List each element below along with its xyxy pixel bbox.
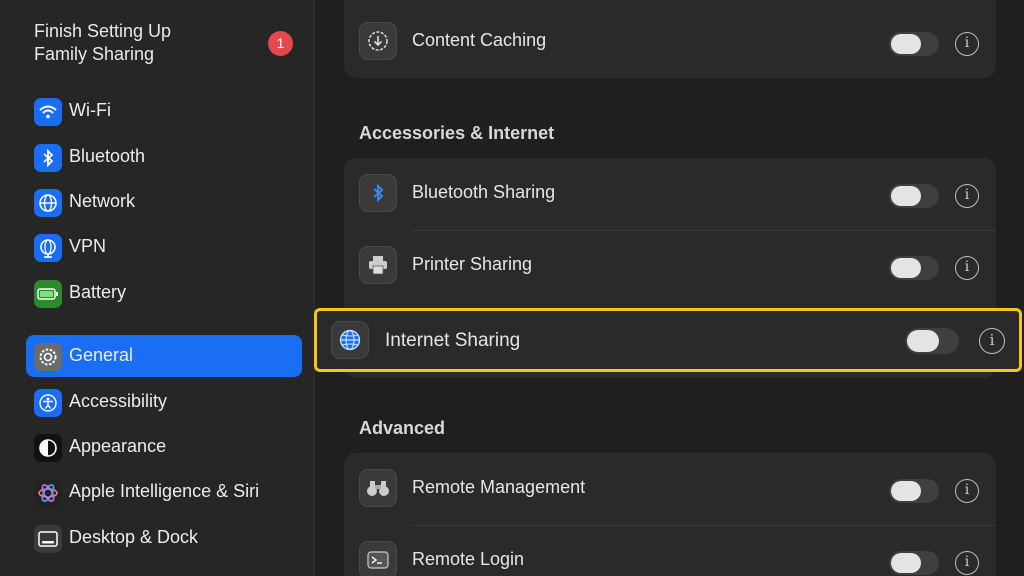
info-icon[interactable]: i	[979, 328, 1005, 354]
printer-icon	[359, 246, 397, 284]
info-icon[interactable]: i	[955, 184, 979, 208]
setting-row-remote-login: Remote Login i	[344, 525, 996, 576]
sharing-card-top: Content Caching i	[344, 0, 996, 78]
row-label: Remote Login	[412, 549, 525, 569]
vpn-globe-icon	[34, 234, 62, 262]
sidebar-item-label: Bluetooth	[69, 146, 146, 166]
sidebar-item-label: Appearance	[69, 436, 167, 456]
sidebar-item-battery[interactable]: Battery	[26, 272, 302, 314]
sidebar-item-label: VPN	[69, 236, 107, 256]
accessibility-icon	[34, 389, 62, 417]
sidebar-item-accessibility[interactable]: Accessibility	[26, 381, 302, 423]
sidebar-item-vpn[interactable]: VPN	[26, 226, 302, 268]
sidebar-item-appearance[interactable]: Appearance	[26, 426, 302, 468]
sidebar-item-bluetooth[interactable]: Bluetooth	[26, 136, 302, 178]
internet-sharing-toggle[interactable]	[905, 328, 959, 354]
sidebar-item-general[interactable]: General	[26, 335, 302, 377]
sidebar-item-network[interactable]: Network	[26, 181, 302, 223]
sidebar-item-label: Accessibility	[69, 391, 168, 411]
setting-row-bluetooth-sharing: Bluetooth Sharing i	[344, 158, 996, 230]
sidebar: Finish Setting Up Family Sharing 1 Wi-Fi…	[0, 0, 315, 576]
family-sharing-setup-notice[interactable]: Finish Setting Up Family Sharing 1	[34, 20, 304, 70]
sidebar-item-label: Wi-Fi	[69, 100, 111, 120]
setting-row-internet-sharing: Internet Sharing i	[314, 308, 1022, 372]
info-icon[interactable]: i	[955, 551, 979, 575]
dock-icon	[34, 525, 62, 553]
setting-row-remote-management: Remote Management i	[344, 453, 996, 525]
row-label: Bluetooth Sharing	[412, 182, 556, 202]
main-content: Content Caching i Accessories & Internet…	[316, 0, 1024, 576]
sidebar-item-label: Desktop & Dock	[69, 527, 199, 547]
info-icon[interactable]: i	[955, 256, 979, 280]
section-title-advanced: Advanced	[359, 418, 446, 438]
sidebar-item-wifi[interactable]: Wi-Fi	[26, 90, 302, 132]
setting-row-printer-sharing: Printer Sharing i	[344, 230, 996, 302]
sidebar-item-label: General	[69, 345, 134, 365]
content-caching-toggle[interactable]	[889, 32, 939, 56]
globe-icon	[331, 321, 369, 359]
row-label: Printer Sharing	[412, 254, 533, 274]
remote-login-toggle[interactable]	[889, 551, 939, 575]
section-title-accessories-internet: Accessories & Internet	[359, 123, 555, 143]
sidebar-item-label: Apple Intelligence & Siri	[69, 481, 260, 501]
info-icon[interactable]: i	[955, 32, 979, 56]
sharing-card-advanced: Remote Management i Remote Login i	[344, 453, 996, 576]
bluetooth-icon	[359, 174, 397, 212]
globe-icon	[34, 189, 62, 217]
info-icon[interactable]: i	[955, 479, 979, 503]
notification-badge: 1	[268, 31, 293, 56]
setup-notice-label: Finish Setting Up Family Sharing	[34, 21, 172, 64]
wifi-icon	[34, 98, 62, 126]
gear-icon	[34, 343, 62, 371]
sidebar-item-label: Battery	[69, 282, 127, 302]
binoculars-icon	[359, 469, 397, 507]
bluetooth-icon	[34, 144, 62, 172]
download-circle-icon	[359, 22, 397, 60]
siri-icon	[34, 479, 62, 507]
bluetooth-sharing-toggle[interactable]	[889, 184, 939, 208]
sidebar-item-apple-intelligence-siri[interactable]: Apple Intelligence & Siri	[26, 471, 302, 513]
remote-management-toggle[interactable]	[889, 479, 939, 503]
sidebar-item-desktop-dock[interactable]: Desktop & Dock	[26, 517, 302, 559]
appearance-icon	[34, 434, 62, 462]
row-label: Content Caching	[412, 30, 547, 50]
row-label: Remote Management	[412, 477, 586, 497]
sidebar-item-label: Network	[69, 191, 136, 211]
setting-row-content-caching: Content Caching i	[344, 6, 996, 78]
row-label: Internet Sharing	[385, 330, 521, 351]
battery-icon	[34, 280, 62, 308]
printer-sharing-toggle[interactable]	[889, 256, 939, 280]
terminal-icon	[359, 541, 397, 576]
